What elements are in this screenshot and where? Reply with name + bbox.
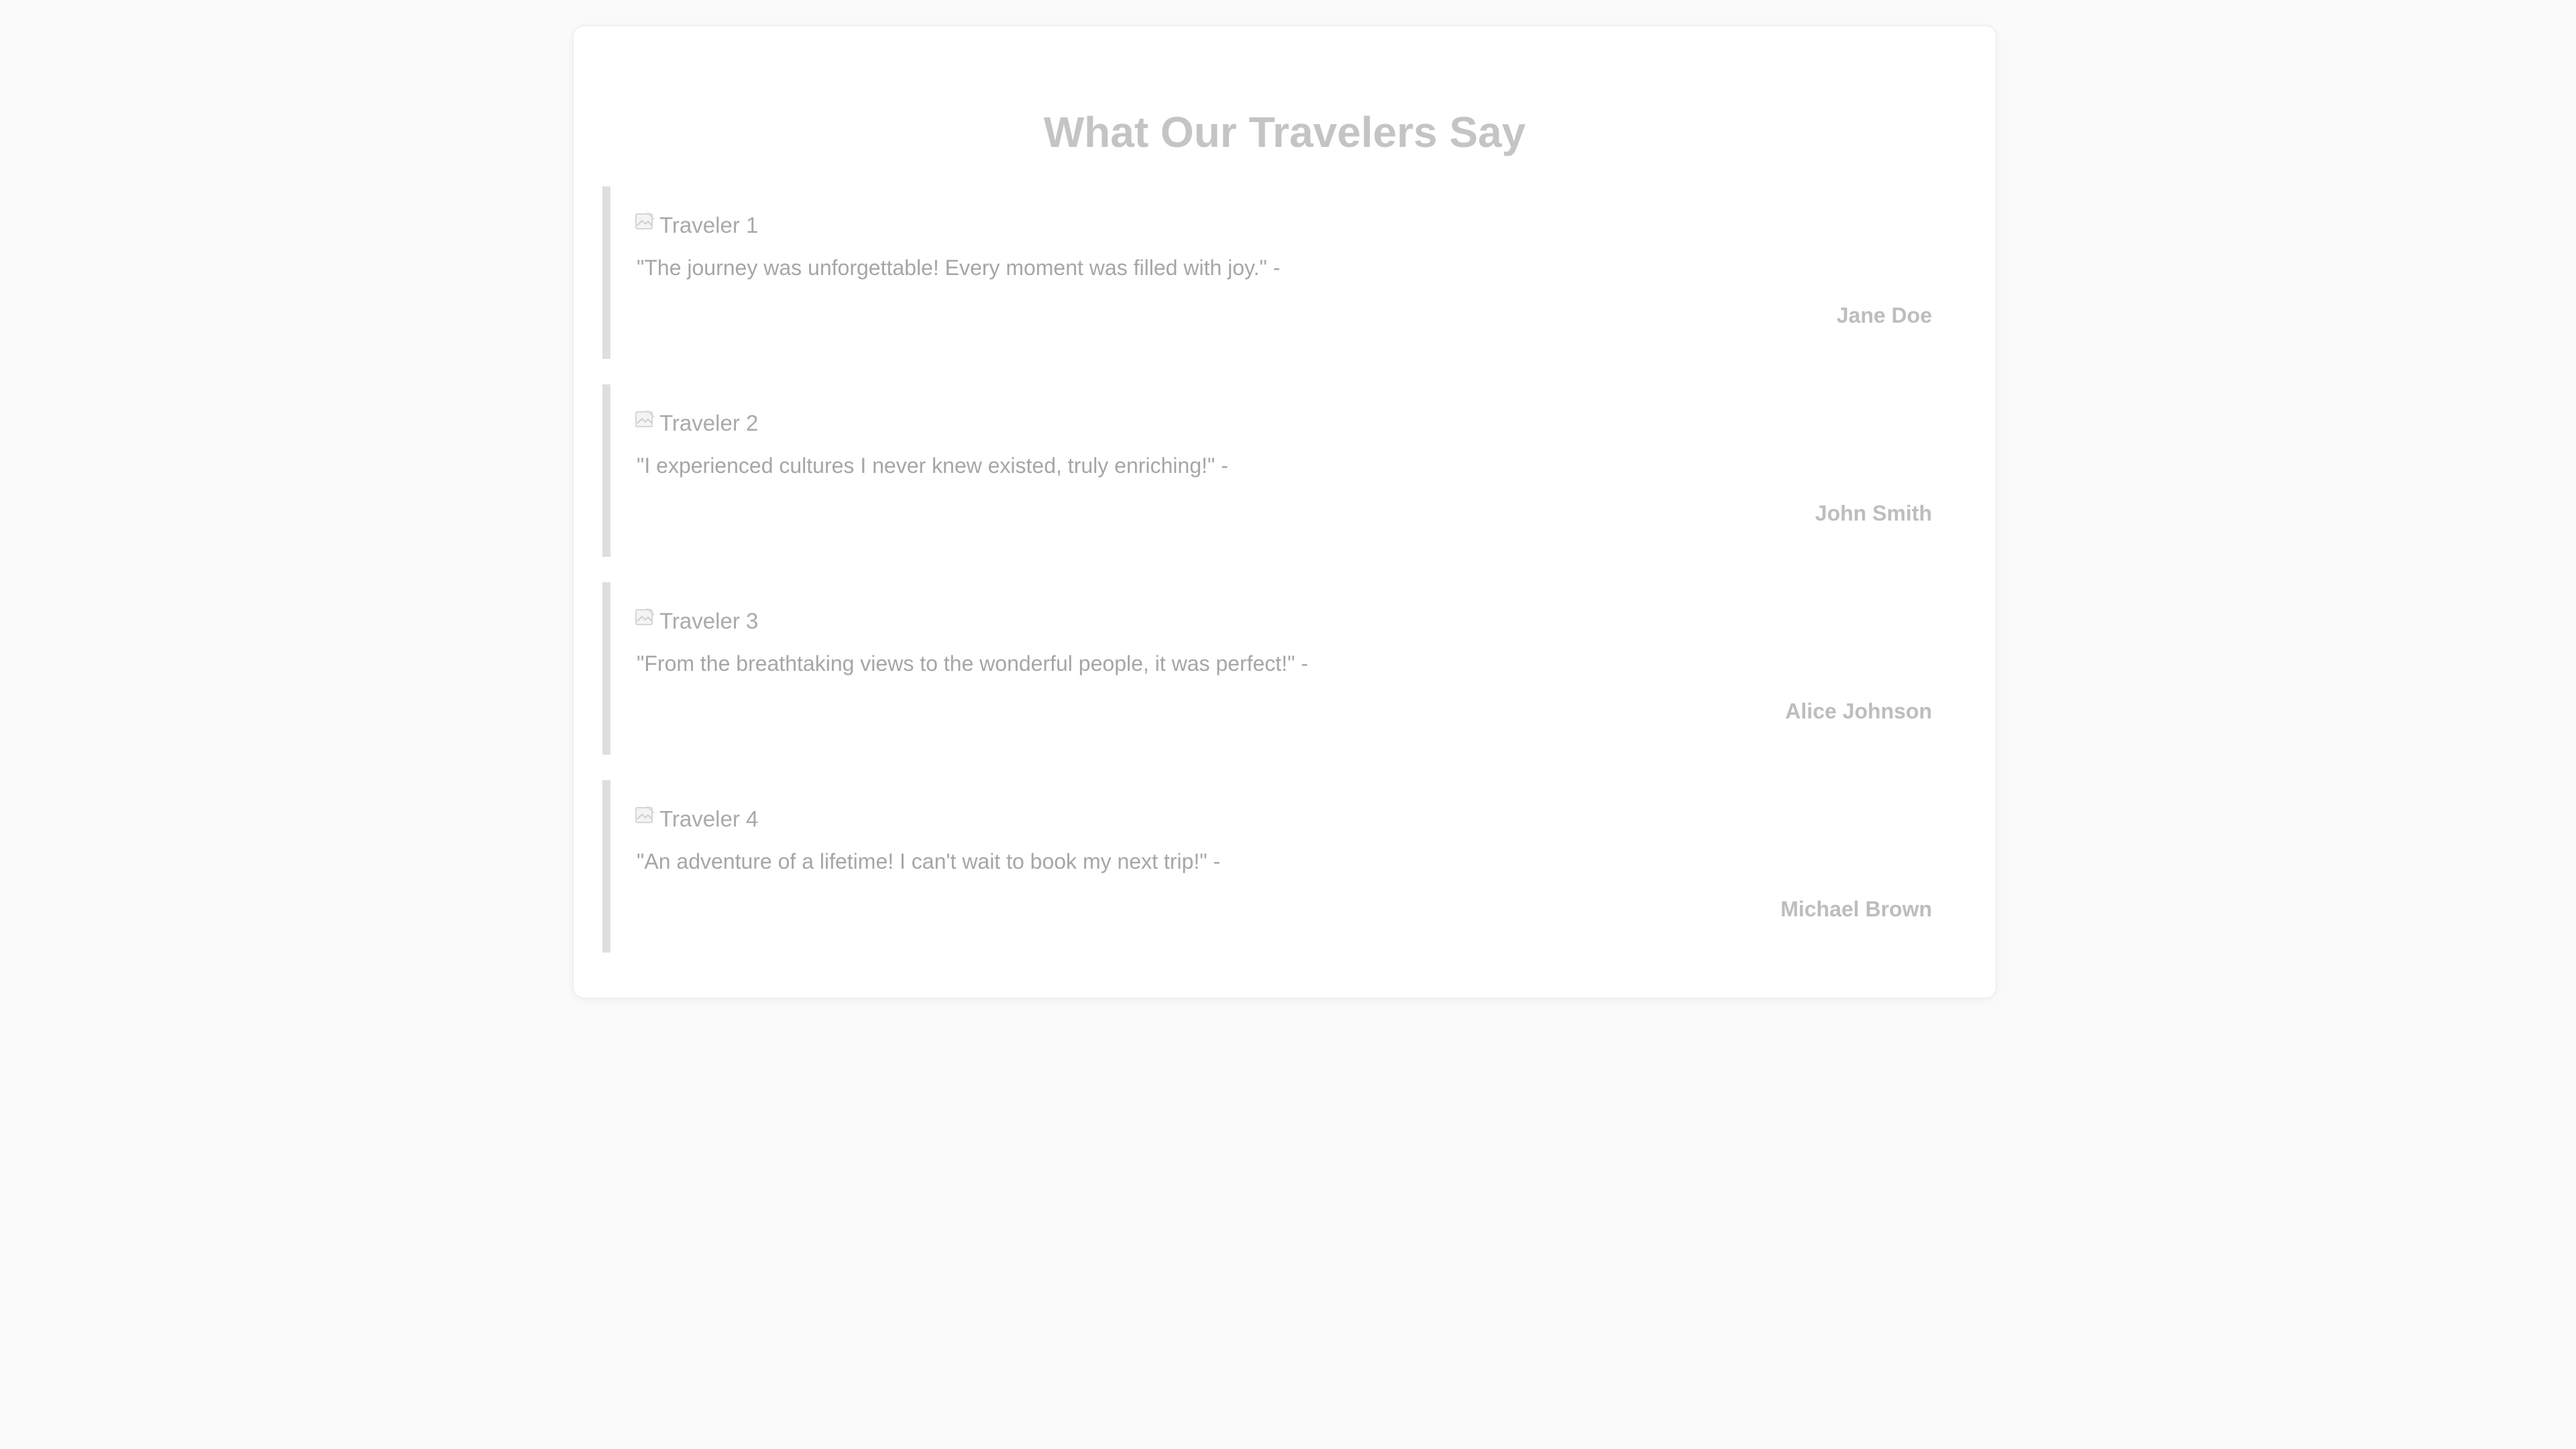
testimonial-author: Alice Johnson	[1785, 699, 1932, 723]
testimonial-quote: "The journey was unforgettable! Every mo…	[637, 256, 1281, 280]
broken-image-icon	[634, 804, 658, 828]
testimonial-item: Traveler 1 "The journey was unforgettabl…	[602, 186, 1964, 359]
traveler-image-alt: Traveler 4	[659, 806, 759, 831]
testimonial-quote: "From the breathtaking views to the wond…	[637, 651, 1308, 676]
traveler-image: Traveler 2	[634, 407, 758, 440]
broken-image-icon	[634, 211, 658, 235]
testimonial-quote: "An adventure of a lifetime! I can't wai…	[637, 849, 1221, 873]
traveler-image: Traveler 4	[634, 802, 758, 836]
traveler-image-alt: Traveler 2	[659, 411, 759, 435]
testimonial-author: Jane Doe	[1836, 303, 1932, 327]
broken-image-icon	[634, 606, 658, 631]
broken-image-icon	[634, 409, 658, 433]
section-title: What Our Travelers Say	[1043, 108, 1526, 156]
traveler-image-alt: Traveler 1	[659, 213, 759, 237]
testimonial-author: John Smith	[1815, 501, 1932, 525]
testimonial-quote: "I experienced cultures I never knew exi…	[637, 453, 1228, 478]
traveler-image: Traveler 3	[634, 604, 758, 638]
testimonial-item: Traveler 3 "From the breathtaking views …	[602, 582, 1964, 755]
traveler-image: Traveler 1	[634, 209, 758, 242]
testimonials-card: What Our Travelers Say Traveler 1 "The j…	[572, 25, 1997, 999]
testimonial-item: Traveler 4 "An adventure of a lifetime! …	[602, 780, 1964, 953]
testimonial-item: Traveler 2 "I experienced cultures I nev…	[602, 384, 1964, 557]
traveler-image-alt: Traveler 3	[659, 608, 759, 633]
testimonial-author: Michael Brown	[1780, 897, 1932, 921]
